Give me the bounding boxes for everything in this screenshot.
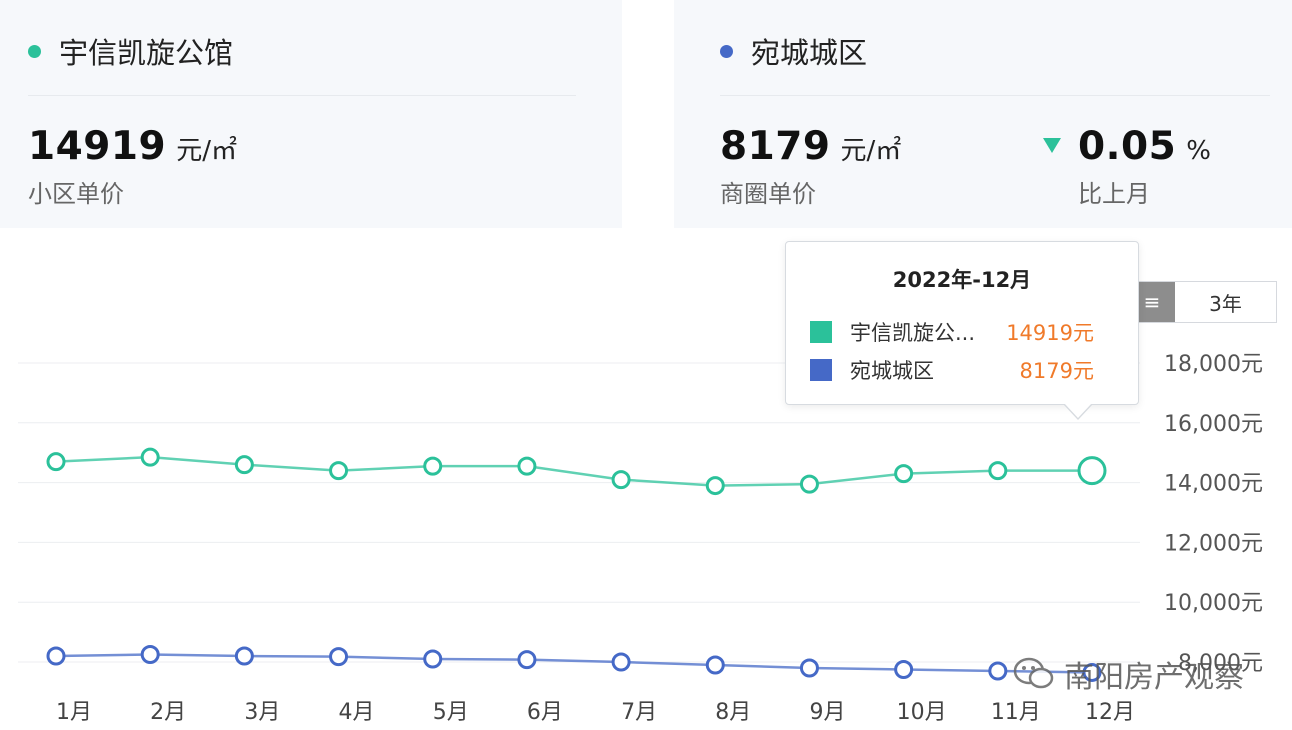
x-tick-label: 6月 (527, 700, 563, 725)
x-tick-label: 4月 (339, 700, 375, 725)
card-divider (720, 95, 1270, 96)
district-dot-icon (720, 44, 733, 58)
x-tick-label: 1月 (56, 700, 92, 725)
tooltip-series-name: 宛城城区 (850, 359, 934, 383)
x-tick-label: 2月 (150, 700, 186, 725)
district-price-unit: 元/㎡ (840, 136, 902, 166)
data-point (329, 461, 349, 481)
district-price-value: 8179 (720, 124, 831, 169)
tooltip-row: 宛城城区 8179元 (810, 355, 1094, 385)
data-point (705, 655, 725, 675)
chart-grid (18, 362, 1140, 663)
community-price: 14919 元/㎡ (28, 124, 237, 169)
data-point (799, 474, 819, 494)
data-point (329, 647, 349, 667)
y-tick-label: 10,000元 (1164, 591, 1263, 616)
community-name: 宇信凯旋公馆 (59, 36, 234, 70)
month-change-label: 比上月 (1078, 180, 1150, 208)
data-point (799, 658, 819, 678)
data-point (517, 456, 537, 476)
tooltip-series-value: 14919元 (1006, 321, 1094, 345)
tooltip-swatch-icon (810, 321, 832, 343)
series-line (55, 455, 1092, 487)
data-point (894, 659, 914, 679)
data-point (611, 470, 631, 490)
x-tick-label: 3月 (244, 700, 280, 725)
y-tick-label: 12,000元 (1164, 531, 1263, 556)
tooltip-swatch-icon (810, 359, 832, 381)
watermark: 南阳房产观察 (1012, 652, 1244, 696)
x-tick-label: 8月 (715, 700, 751, 725)
wechat-icon (1013, 657, 1054, 689)
data-point (894, 464, 914, 484)
y-tick-label: 18,000元 (1164, 352, 1263, 377)
x-tick-label: 11月 (991, 700, 1041, 725)
x-tick-label: 12月 (1085, 700, 1135, 725)
tooltip-title: 2022年-12月 (892, 268, 1032, 292)
tooltip-arrow-fill (1064, 403, 1092, 418)
data-point (1077, 456, 1107, 486)
series-line (55, 653, 1093, 674)
y-tick-label: 16,000元 (1164, 412, 1263, 437)
tooltip-series-name: 宇信凯旋公... (850, 321, 976, 345)
district-price-label: 商圈单价 (720, 180, 816, 208)
y-tick-label: 14,000元 (1164, 472, 1263, 497)
month-change: 0.05 % (1078, 124, 1211, 169)
district-title: 宛城城区 (720, 30, 867, 72)
chart-tooltip: 2022年-12月 宇信凯旋公... 14919元 宛城城区 8179元 (785, 241, 1139, 405)
chart-series (46, 447, 1107, 682)
x-tick-label: 10月 (897, 700, 947, 725)
period-button-3y[interactable]: 3年 (1175, 282, 1276, 322)
watermark-text: 南阳房产观察 (1064, 660, 1244, 695)
data-point (234, 646, 254, 666)
district-name: 宛城城区 (751, 36, 868, 70)
data-point (140, 447, 160, 467)
month-change-unit: % (1186, 136, 1211, 166)
data-point (46, 452, 66, 472)
district-price-card: 宛城城区 8179 元/㎡ 商圈单价 0.05 % 比上月 (674, 0, 1292, 228)
community-price-value: 14919 (28, 124, 167, 169)
data-point (423, 456, 443, 476)
x-tick-label: 7月 (621, 700, 657, 725)
x-tick-label: 9月 (809, 700, 845, 725)
x-tick-label: 5月 (433, 700, 469, 725)
community-price-card: 宇信凯旋公馆 14919 元/㎡ 小区单价 (0, 0, 622, 228)
data-point (611, 652, 631, 672)
data-point (423, 649, 443, 669)
data-point (234, 455, 254, 475)
community-dot-icon (28, 44, 41, 58)
data-point (46, 646, 66, 666)
data-point (517, 650, 537, 670)
tooltip-series-value: 8179元 (1019, 359, 1094, 383)
tooltip-row: 宇信凯旋公... 14919元 (810, 317, 1094, 347)
community-price-unit: 元/㎡ (176, 136, 237, 166)
triangle-down-icon (1043, 138, 1061, 153)
y-axis-ticks: 8,000元10,000元12,000元14,000元16,000元18,000… (1164, 352, 1263, 676)
data-point (988, 661, 1008, 681)
data-point (140, 645, 160, 665)
period-switcher: ≡ 3年 (1128, 281, 1277, 323)
data-point (988, 461, 1008, 481)
x-axis-ticks: 1月 2月 3月 4月 5月 6月 7月 8月 9月 10月 11月 12月 (56, 700, 1135, 725)
community-price-label: 小区单价 (28, 180, 124, 208)
district-price: 8179 元/㎡ (720, 124, 901, 169)
community-title: 宇信凯旋公馆 (28, 30, 233, 72)
data-point (705, 476, 725, 496)
month-change-value: 0.05 (1078, 124, 1177, 169)
card-divider (28, 95, 576, 96)
